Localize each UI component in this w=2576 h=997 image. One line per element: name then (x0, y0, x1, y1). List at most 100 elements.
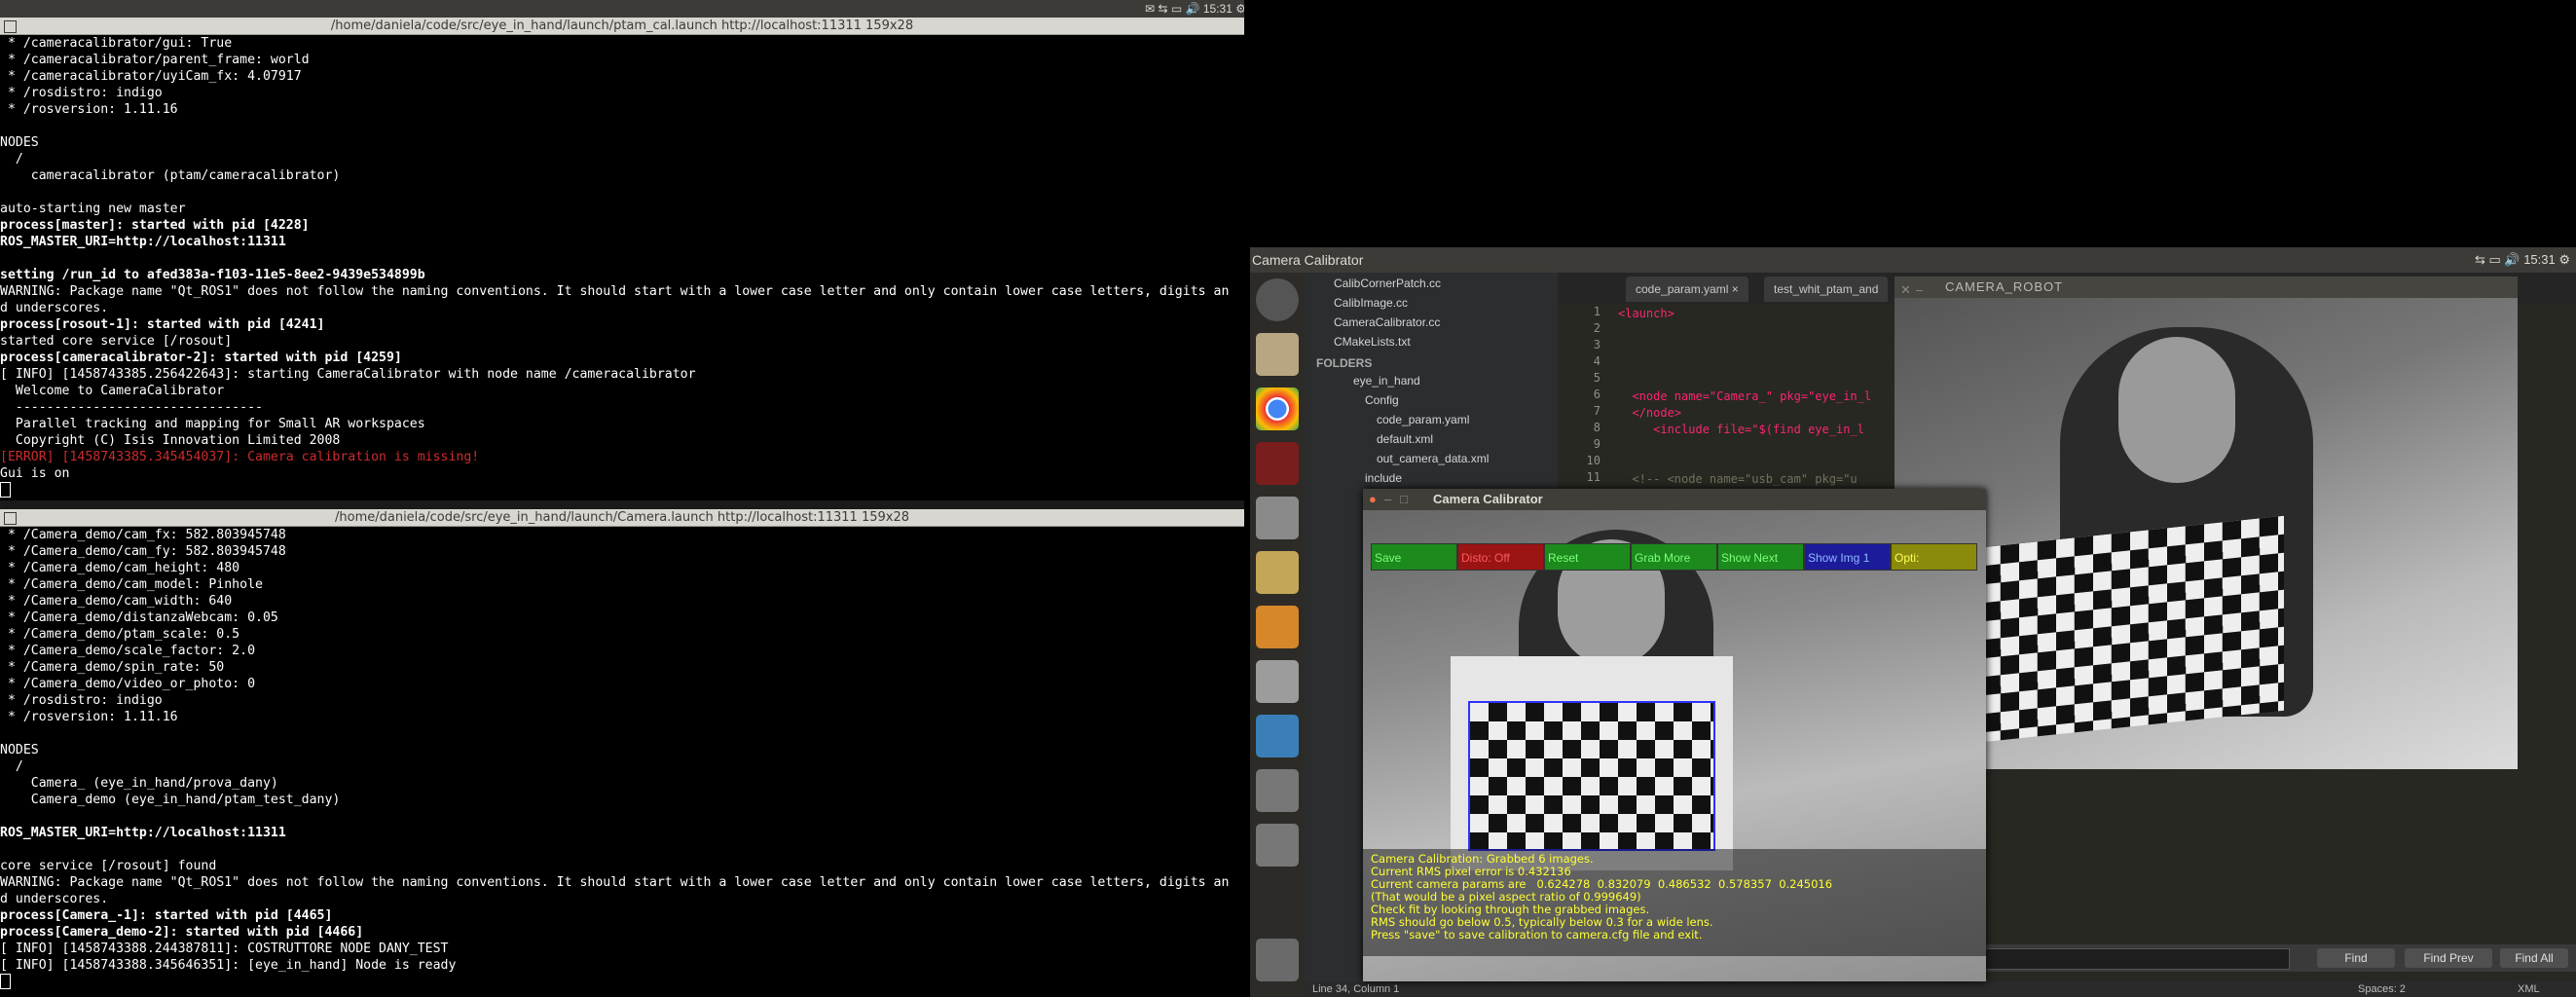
chrome-icon[interactable] (1256, 388, 1299, 430)
settings-icon[interactable] (1256, 497, 1299, 539)
calib-button-show-next[interactable]: Show Next (1717, 543, 1804, 571)
folder-include[interactable]: include (1365, 469, 1402, 487)
trash-icon[interactable] (1256, 939, 1299, 981)
terminal-line: * /Camera_demo/cam_fy: 582.803945748 (0, 544, 286, 559)
terminal-line: * /cameracalibrator/parent_frame: world (0, 53, 310, 67)
sidebar-file[interactable]: CalibImage.cc (1334, 294, 1408, 312)
dash-icon[interactable] (1256, 278, 1299, 321)
camera-robot-window[interactable]: ✕ – CAMERA_ROBOT (1895, 277, 2518, 769)
terminal2-title: /home/daniela/code/src/eye_in_hand/launc… (335, 510, 909, 525)
sidebar-file[interactable]: CalibCornerPatch.cc (1334, 275, 1441, 292)
terminal-line: * /Camera_demo/cam_height: 480 (0, 561, 240, 575)
terminal-line: process[master]: started with pid [4228] (0, 218, 310, 233)
terminal1-titlebar[interactable]: /home/daniela/code/src/eye_in_hand/launc… (0, 18, 1244, 35)
status-bar: Line 34, Column 1 Spaces: 2 XML (1305, 981, 2576, 997)
terminal-line: * /Camera_demo/video_or_photo: 0 (0, 677, 256, 691)
file-out-camera-data[interactable]: out_camera_data.xml (1377, 450, 1489, 467)
line-number: 8 (1593, 421, 1601, 434)
sidebar-file[interactable]: CMakeLists.txt (1334, 333, 1411, 351)
terminal-line: * /rosversion: 1.11.16 (0, 102, 178, 117)
line-number: 7 (1593, 404, 1601, 418)
matlab-icon[interactable] (1256, 715, 1299, 757)
indent-setting[interactable]: Spaces: 2 (2358, 981, 2406, 997)
terminal-line: [ERROR] [1458743385.345454037]: Camera c… (0, 450, 480, 464)
status-line: Press "save" to save calibration to came… (1371, 928, 1703, 942)
terminal-line: WARNING: Package name "Qt_ROS1" does not… (0, 875, 1230, 890)
terminal-icon (4, 512, 17, 525)
terminal-line: cameracalibrator (ptam/cameracalibrator) (0, 168, 341, 183)
file-code-param[interactable]: code_param.yaml (1377, 411, 1469, 428)
terminal-line: * /Camera_demo/scale_factor: 2.0 (0, 644, 256, 658)
find-all-button[interactable]: Find All (2500, 948, 2568, 968)
downloads-icon[interactable] (1256, 551, 1299, 594)
person-face (2118, 337, 2235, 483)
line-number: 2 (1593, 321, 1601, 335)
indicator-area[interactable]: ✉ ⇆ ▭ 🔊 15:31 ⚙ (1145, 2, 1246, 16)
terminal-line: -------------------------------- (0, 400, 263, 415)
calib-button-show-img-1[interactable]: Show Img 1 (1804, 543, 1891, 571)
terminal-line: * /rosdistro: indigo (0, 693, 163, 708)
folder-eye-in-hand[interactable]: eye_in_hand (1353, 372, 1420, 389)
find-prev-button[interactable]: Find Prev (2405, 948, 2492, 968)
code-text[interactable]: <launch> <node name="Camera_" pkg="eye_i… (1618, 306, 1939, 500)
terminal-line: Camera_ (eye_in_hand/prova_dany) (0, 776, 278, 791)
active-app-title: Camera Calibrator (1252, 252, 1364, 268)
unknown-app-icon[interactable] (1256, 769, 1299, 812)
files-icon[interactable] (1256, 333, 1299, 376)
folders-label: FOLDERS (1316, 356, 1373, 370)
line-number: 11 (1586, 470, 1601, 484)
tab-test-whit-ptam[interactable]: test_whit_ptam_and (1764, 277, 1889, 302)
camera-robot-titlebar[interactable]: ✕ – CAMERA_ROBOT (1895, 277, 2518, 298)
calibration-status-text: Camera Calibration: Grabbed 6 images. Cur… (1371, 853, 1832, 942)
calibrator-titlebar[interactable]: ● – □ Camera Calibrator (1363, 489, 1986, 510)
terminal2-titlebar[interactable]: /home/daniela/code/src/eye_in_hand/launc… (0, 509, 1244, 527)
terminal-line: [ INFO] [1458743388.244387811]: COSTRUTT… (0, 942, 449, 956)
terminal-line: ROS_MASTER_URI=http://localhost:11311 (0, 235, 286, 249)
terminal1-output[interactable]: * /cameracalibrator/gui: True * /camerac… (0, 35, 1244, 500)
file-default-xml[interactable]: default.xml (1377, 430, 1433, 448)
terminal-icon[interactable] (1256, 442, 1299, 485)
terminal-line: * /rosdistro: indigo (0, 86, 163, 100)
terminal-line: * /cameracalibrator/uyiCam_fx: 4.07917 (0, 69, 302, 84)
calib-button-disto-off[interactable]: Disto: Off (1457, 543, 1544, 571)
calib-button-grab-more[interactable]: Grab More (1631, 543, 1717, 571)
sidebar-file[interactable]: CameraCalibrator.cc (1334, 314, 1440, 331)
sublime-icon[interactable] (1256, 606, 1299, 648)
terminal-line: / (0, 759, 23, 774)
syntax-setting[interactable]: XML (2518, 981, 2540, 997)
camera-calibrator-window[interactable]: ● – □ Camera Calibrator Save Disto: Off Re… (1363, 489, 1986, 981)
monitor2-top-black (1250, 0, 2576, 247)
terminal-line: * /cameracalibrator/gui: True (0, 36, 233, 51)
terminal-line: process[Camera_demo-2]: started with pid… (0, 925, 364, 940)
calibration-checkerboard (1468, 701, 1715, 851)
terminal-line: [ INFO] [1458743388.345646351]: [eye_in_… (0, 958, 457, 973)
close-icon[interactable]: ● (1369, 489, 1377, 510)
terminal2-output[interactable]: * /Camera_demo/cam_fx: 582.803945748 * /… (0, 527, 1244, 997)
right-top-panel: Camera Calibrator ⇆ ▭ 🔊 15:31 ⚙ (1250, 247, 2576, 273)
line-number: 3 (1593, 338, 1601, 351)
minimize-icon[interactable]: – (1384, 489, 1391, 510)
find-button[interactable]: Find (2317, 948, 2395, 968)
terminal-line: Camera_demo (eye_in_hand/ptam_test_dany) (0, 793, 341, 807)
maximize-icon[interactable]: □ (1400, 489, 1408, 510)
calib-button-save[interactable]: Save (1371, 543, 1457, 571)
code-line: </node> (1618, 406, 1682, 420)
tab-code-param[interactable]: code_param.yaml × (1626, 277, 1748, 302)
terminal-line: NODES (0, 743, 39, 757)
terminal-line: process[Camera_-1]: started with pid [44… (0, 908, 333, 923)
unknown-app-icon[interactable] (1256, 824, 1299, 867)
line-number: 6 (1593, 388, 1601, 401)
drive-icon[interactable] (1256, 660, 1299, 703)
calib-button-opti[interactable]: Opti: (1891, 543, 1977, 571)
calibrator-image: Save Disto: Off Reset Grab More Show Next Sho… (1363, 510, 1986, 981)
calib-button-reset[interactable]: Reset (1544, 543, 1631, 571)
folder-config[interactable]: Config (1365, 391, 1399, 409)
indicator-area[interactable]: ⇆ ▭ 🔊 15:31 ⚙ (2475, 252, 2570, 268)
code-line: <include file="$(find eye_in_l (1618, 423, 1864, 436)
